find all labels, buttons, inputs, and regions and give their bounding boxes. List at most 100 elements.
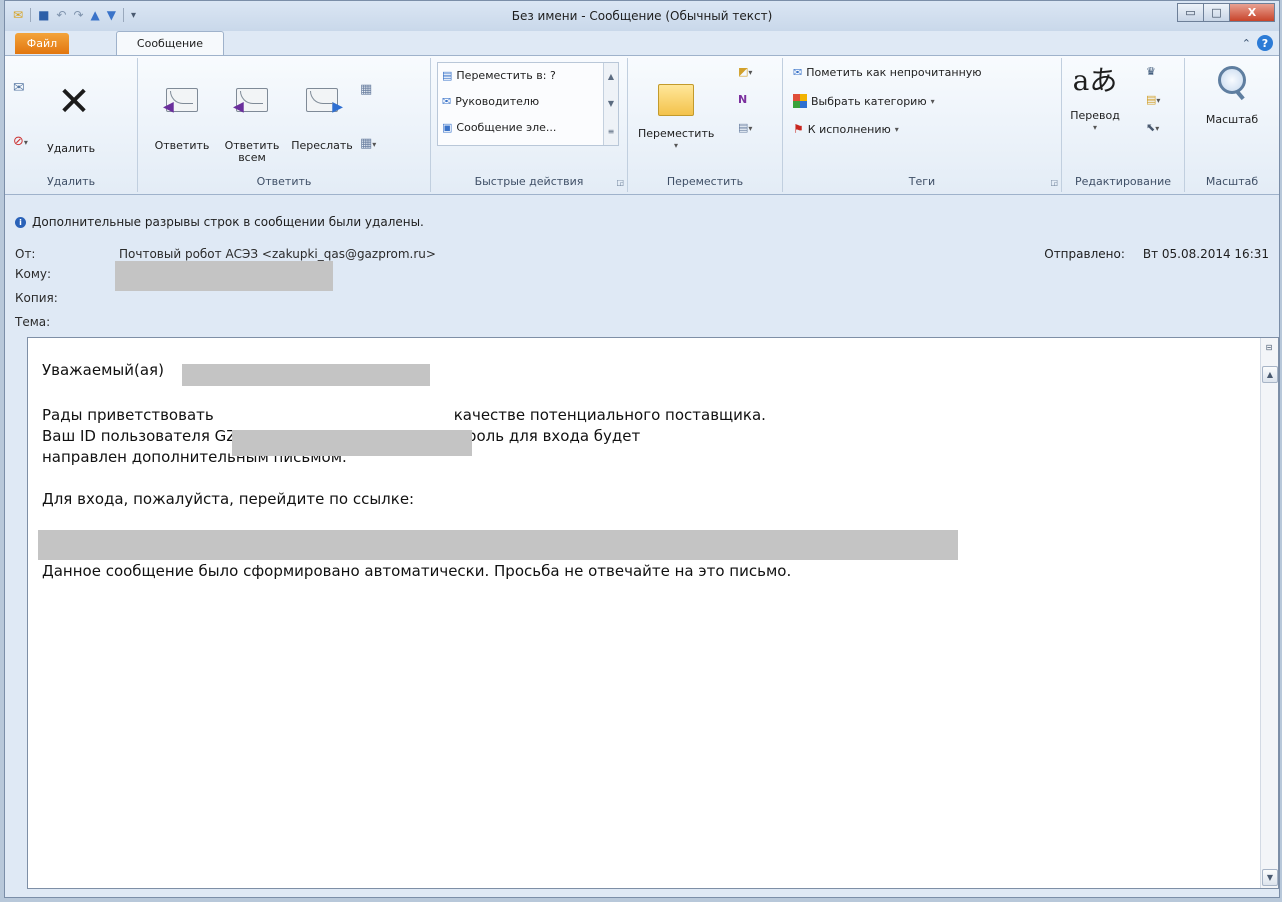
scroll-up-icon[interactable]: ▲ [608,72,614,81]
chevron-down-icon: ▾ [894,124,899,134]
vertical-scrollbar[interactable]: ⊟ ▲ ▼ [1260,338,1278,888]
window-title: Без имени - Сообщение (Обычный текст) [511,9,773,23]
folder-move-icon [658,84,694,116]
redacted-name [182,364,430,386]
minimize-button[interactable]: ▭ [1177,3,1204,22]
delete-x-icon: ✕ [57,79,91,125]
group-label-zoom: Масштаб [1205,175,1259,188]
scroll-down-icon[interactable]: ▼ [608,99,614,108]
forward-icon: ▶ [306,88,343,114]
mark-unread-button[interactable]: ✉ Пометить как непрочитанную [793,66,982,79]
body-line5: Данное сообщение было сформировано автом… [42,562,792,580]
delete-button-label: Удалить [47,142,96,155]
junk-icon[interactable]: ⊘▾ [13,135,28,149]
find-icon[interactable]: ♛ [1146,66,1156,78]
chevron-down-icon: ▾ [673,141,678,150]
reply-icon: ◀ [163,88,198,114]
quick-steps-gallery: ▤ Переместить в: ? ✉ Руководителю ▣ Сооб… [437,62,619,146]
flag-icon: ⚑ [793,122,804,136]
group-label-editing: Редактирование [1075,175,1171,188]
title-bar: ✉ ■ ↶ ↷ ▲ ▼ ▾ Без имени - Сообщение (Обы… [5,1,1279,31]
scroll-down-button[interactable]: ▼ [1262,869,1278,886]
maximize-button[interactable]: □ [1203,3,1230,22]
subject-label: Тема: [15,315,51,329]
chevron-down-icon: ▾ [1092,123,1097,132]
to-label: Кому: [15,267,52,281]
quick-steps-scroll[interactable]: ▲ ▼ ≡ [603,63,618,145]
from-value[interactable]: Почтовый робот АСЭЗ <zakupki_qas@gazprom… [119,247,436,261]
meeting-icon[interactable]: ▦ [360,83,372,96]
info-bar[interactable]: i Дополнительные разрывы строк в сообщен… [15,215,424,229]
quick-step-item-move[interactable]: ▤ Переместить в: ? [442,69,556,82]
ignore-icon[interactable]: ✉ [13,81,25,95]
translate-button[interactable]: aあ Перевод ▾ [1070,66,1120,134]
group-label-delete: Удалить [46,175,96,188]
expand-gallery-icon[interactable]: ≡ [608,127,615,136]
reply-button[interactable]: ◀ Ответить [148,88,216,152]
redacted-link [38,530,958,560]
move-to-icon: ▤ [442,69,453,82]
select-icon[interactable]: ⬉▾ [1146,122,1159,135]
move-button[interactable]: Переместить ▾ [638,84,714,152]
reply-all-icon: ◀ [233,88,268,114]
more-reply-icon[interactable]: ▦▾ [360,137,376,151]
group-tags: ✉ Пометить как непрочитанную Выбрать кат… [783,58,1062,192]
body-line1-end: качестве потенциального поставщика. [453,406,766,424]
message-body[interactable]: Уважаемый(ая) Рады приветствовать качеств… [27,337,1279,889]
move-label: Переместить [638,127,715,140]
scroll-up-button[interactable]: ▲ [1262,366,1278,383]
quick-step-item-manager[interactable]: ✉ Руководителю [442,95,539,108]
quick-step-label: Переместить в: ? [456,69,556,82]
follow-up-label: К исполнению [807,122,891,136]
actions-icon[interactable]: ▤▾ [738,122,752,135]
reply-all-label: Ответить всем [224,139,280,164]
follow-up-button[interactable]: ⚑ К исполнению ▾ [793,122,899,136]
forward-button[interactable]: ▶ Переслать [288,88,356,152]
group-editing: aあ Перевод ▾ ♛ ▤▾ ⬉▾ Редактирование [1062,58,1185,192]
outlook-message-window: ✉ ■ ↶ ↷ ▲ ▼ ▾ Без имени - Сообщение (Обы… [4,0,1280,898]
to-manager-icon: ✉ [442,95,452,108]
dialog-launcher-icon[interactable]: ◲ [616,178,624,187]
collapse-ribbon-icon[interactable]: ⌃ [1242,37,1251,50]
categorize-button[interactable]: Выбрать категорию ▾ [793,94,935,108]
redacted-recipient [115,261,333,291]
tab-file[interactable]: Файл [15,33,69,54]
window-controls: ▭ □ X [1177,3,1275,22]
group-label-tags: Теги [908,175,936,188]
from-label: От: [15,247,36,261]
group-zoom: Масштаб Масштаб [1185,58,1279,192]
translate-label: Перевод [1070,109,1120,122]
body-line1-start: Рады приветствовать [42,406,214,424]
sent-info: Отправлено: Вт 05.08.2014 16:31 [1044,247,1269,261]
zoom-label: Масштаб [1205,113,1259,126]
split-icon[interactable]: ⊟ [1262,340,1276,354]
ribbon-tabs: Файл Сообщение ⌃ ? [5,31,1279,55]
related-icon[interactable]: ▤▾ [1146,94,1160,107]
sent-label: Отправлено: [1044,247,1125,261]
tab-message[interactable]: Сообщение [116,31,224,55]
rules-icon[interactable]: ◩▾ [738,66,752,79]
reply-label: Ответить [154,139,210,152]
dialog-launcher-icon[interactable]: ◲ [1050,178,1058,187]
onenote-icon[interactable]: N [738,94,747,106]
translate-icon: aあ [1072,64,1118,97]
group-label-quick-steps: Быстрые действия [474,175,584,188]
sent-value: Вт 05.08.2014 16:31 [1142,247,1269,261]
mark-unread-icon: ✉ [793,66,803,79]
quick-step-item-team-email[interactable]: ▣ Сообщение эле... [442,121,556,134]
close-button[interactable]: X [1229,3,1275,22]
magnifier-icon [1218,66,1246,94]
zoom-button[interactable]: Масштаб [1195,66,1269,126]
help-icon[interactable]: ? [1257,35,1273,51]
ribbon: ✉ ⊘▾ ✕ Удалить Удалить ◀ Ответить ◀ Отве… [5,55,1279,195]
categorize-label: Выбрать категорию [811,94,927,108]
delete-button[interactable]: ✕ [39,82,109,122]
delete-label-button[interactable]: Удалить [47,142,95,155]
group-move: Переместить ▾ ◩▾ N ▤▾ Переместить [628,58,783,192]
forward-label: Переслать [291,139,353,152]
group-reply: ◀ Ответить ◀ Ответить всем ▶ Переслать ▦… [138,58,431,192]
reply-all-button[interactable]: ◀ Ответить всем [216,88,288,164]
info-bar-text: Дополнительные разрывы строк в сообщении… [32,215,424,229]
group-delete: ✉ ⊘▾ ✕ Удалить Удалить [5,58,138,192]
body-line4: Для входа, пожалуйста, перейдите по ссыл… [42,490,415,508]
